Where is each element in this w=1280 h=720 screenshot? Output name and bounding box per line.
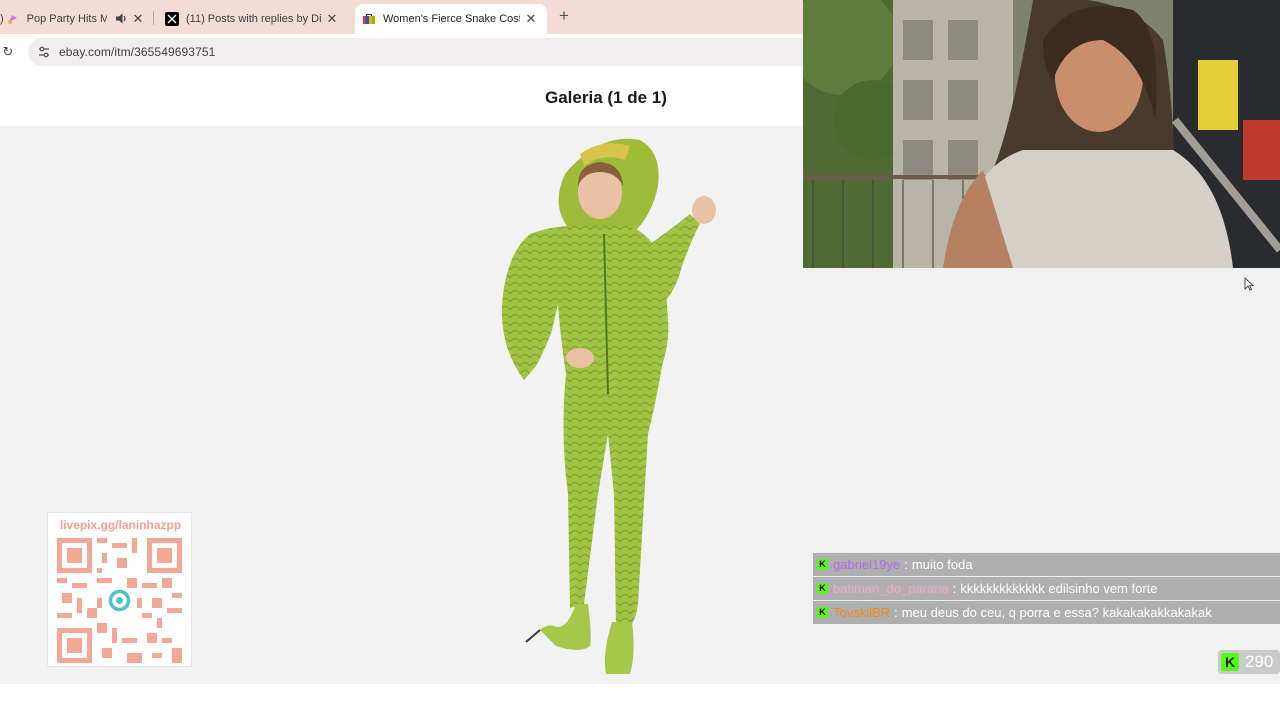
kick-badge-icon: K — [817, 559, 828, 570]
speaker-icon[interactable] — [115, 12, 129, 26]
tab-label: (11) Posts with replies by Dibra — [186, 13, 322, 25]
chat-username: batiman_do_parana — [833, 581, 949, 596]
mouse-cursor-icon — [1244, 277, 1254, 291]
chat-separator: : — [894, 605, 898, 620]
chat-username: TovskilBR — [833, 605, 891, 620]
chat-text: meu deus do ceu, q porra e essa? kakakak… — [901, 605, 1212, 620]
product-image[interactable] — [480, 134, 750, 682]
viewer-count: 290 — [1245, 652, 1274, 671]
chat-text: kkkkkkkkkkkkk edilsinho vem forte — [960, 581, 1158, 596]
url-text: ebay.com/itm/365549693751 — [59, 45, 216, 59]
reload-button[interactable]: ↻ — [0, 43, 16, 61]
tab-separator — [153, 11, 154, 25]
webcam-feed — [803, 0, 1280, 268]
site-settings-icon[interactable] — [36, 44, 52, 60]
stream-chat: K gabriel19ye : muito foda K batiman_do_… — [813, 553, 1280, 624]
kick-badge-icon: K — [817, 607, 828, 618]
chat-message: K TovskilBR : meu deus do ceu, q porra e… — [813, 601, 1280, 624]
tab-close-button[interactable]: ✕ — [523, 11, 539, 27]
ebay-bag-icon — [362, 12, 376, 26]
omnibox[interactable]: ebay.com/itm/365549693751 — [28, 38, 803, 66]
new-tab-button[interactable]: + — [556, 7, 572, 24]
viewer-count-badge: K 290 — [1218, 650, 1280, 674]
tab-prefix: ) — [0, 13, 4, 25]
ebay-gallery-page: Galeria (1 de 1) livepix.gg/laninhazpp — [0, 70, 803, 684]
chat-text: muito foda — [911, 557, 973, 572]
qr-url-text: livepix.gg/laninhazpp — [59, 518, 182, 532]
page-bottom-strip — [0, 684, 1280, 720]
chat-separator: : — [904, 557, 908, 572]
chat-message: K gabriel19ye : muito foda — [813, 553, 1280, 576]
chat-separator: : — [952, 581, 957, 596]
tab-close-button[interactable]: ✕ — [130, 11, 146, 27]
tab-ebay-active[interactable]: Women's Fierce Snake Costume ✕ — [355, 4, 547, 34]
music-favicon — [6, 12, 20, 26]
qr-code — [57, 538, 182, 663]
screen: ) Pop Party Hits Mix ✕ (11) Posts with r… — [0, 0, 1280, 720]
x-logo-icon — [165, 12, 179, 26]
kick-badge-icon: K — [817, 583, 828, 594]
tab-pop-party[interactable]: ) Pop Party Hits Mix ✕ — [0, 4, 153, 34]
livepix-qr-card: livepix.gg/laninhazpp — [47, 512, 192, 667]
tab-close-button[interactable]: ✕ — [324, 11, 340, 27]
tab-x-posts[interactable]: (11) Posts with replies by Dibra ✕ — [158, 4, 348, 34]
gallery-title: Galeria (1 de 1) — [545, 88, 667, 107]
chat-message: K batiman_do_parana : kkkkkkkkkkkkk edil… — [813, 577, 1280, 600]
tab-strip: ) Pop Party Hits Mix ✕ (11) Posts with r… — [0, 0, 803, 34]
tab-label: Women's Fierce Snake Costume — [383, 13, 520, 25]
chat-username: gabriel19ye — [833, 557, 901, 572]
gallery-header: Galeria (1 de 1) — [0, 70, 803, 126]
address-bar: ↻ ebay.com/itm/365549693751 — [0, 34, 803, 70]
tab-label: Pop Party Hits Mix — [26, 13, 107, 25]
kick-logo-icon: K — [1221, 653, 1239, 671]
